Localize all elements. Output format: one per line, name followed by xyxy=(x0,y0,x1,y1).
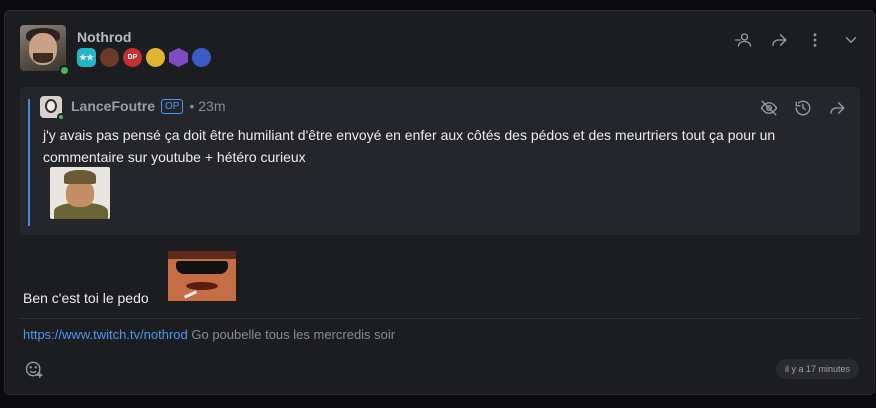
share-quote-icon[interactable] xyxy=(826,97,848,119)
author-username[interactable]: Nothrod xyxy=(77,29,131,45)
signature-divider xyxy=(20,318,860,319)
moon-badge-icon[interactable] xyxy=(192,48,211,67)
signature-text: Go poubelle tous les mercredis soir xyxy=(191,327,396,342)
author-avatar[interactable] xyxy=(20,25,66,71)
message-text: Ben c'est toi le pedo xyxy=(23,290,149,306)
signature: https://www.twitch.tv/nothrod Go poubell… xyxy=(23,327,395,342)
more-options-icon[interactable] xyxy=(804,29,826,51)
unfollow-user-icon[interactable] xyxy=(732,29,754,51)
quote-actions xyxy=(758,97,848,119)
quoted-message: LanceFoutre OP • 23m j'y avais pas pensé… xyxy=(20,87,860,235)
stars-badge-icon[interactable]: ★★ xyxy=(77,48,96,67)
post-actions xyxy=(732,29,862,51)
add-reaction-icon[interactable] xyxy=(24,359,44,379)
share-icon[interactable] xyxy=(768,29,790,51)
quote-time: • 23m xyxy=(189,98,226,114)
emoji-badge-icon[interactable] xyxy=(146,48,165,67)
message-sticker-image[interactable] xyxy=(168,251,236,301)
portrait-badge-icon[interactable] xyxy=(100,48,119,67)
op-badge: OP xyxy=(161,98,184,114)
online-status-indicator xyxy=(59,65,70,76)
dp-badge-icon[interactable]: DP xyxy=(123,48,142,67)
history-icon[interactable] xyxy=(792,97,814,119)
quoted-online-indicator xyxy=(57,113,65,121)
post-card: Nothrod ★★ DP LanceFoutre OP • 23m j'y a… xyxy=(4,10,875,395)
quote-text: j'y avais pas pensé ça doit être humilia… xyxy=(43,127,776,165)
quote-sticker-image[interactable] xyxy=(50,167,110,219)
post-timestamp: il y a 17 minutes xyxy=(775,359,859,379)
signature-link[interactable]: https://www.twitch.tv/nothrod xyxy=(23,327,188,342)
quoted-author-username[interactable]: LanceFoutre xyxy=(71,98,155,114)
hide-icon[interactable] xyxy=(758,97,780,119)
hex-badge-icon[interactable] xyxy=(169,48,188,67)
quote-accent-bar xyxy=(28,99,30,226)
chevron-down-icon[interactable] xyxy=(840,29,862,51)
quote-header: LanceFoutre OP • 23m xyxy=(71,98,226,114)
author-badges: ★★ DP xyxy=(77,48,211,67)
